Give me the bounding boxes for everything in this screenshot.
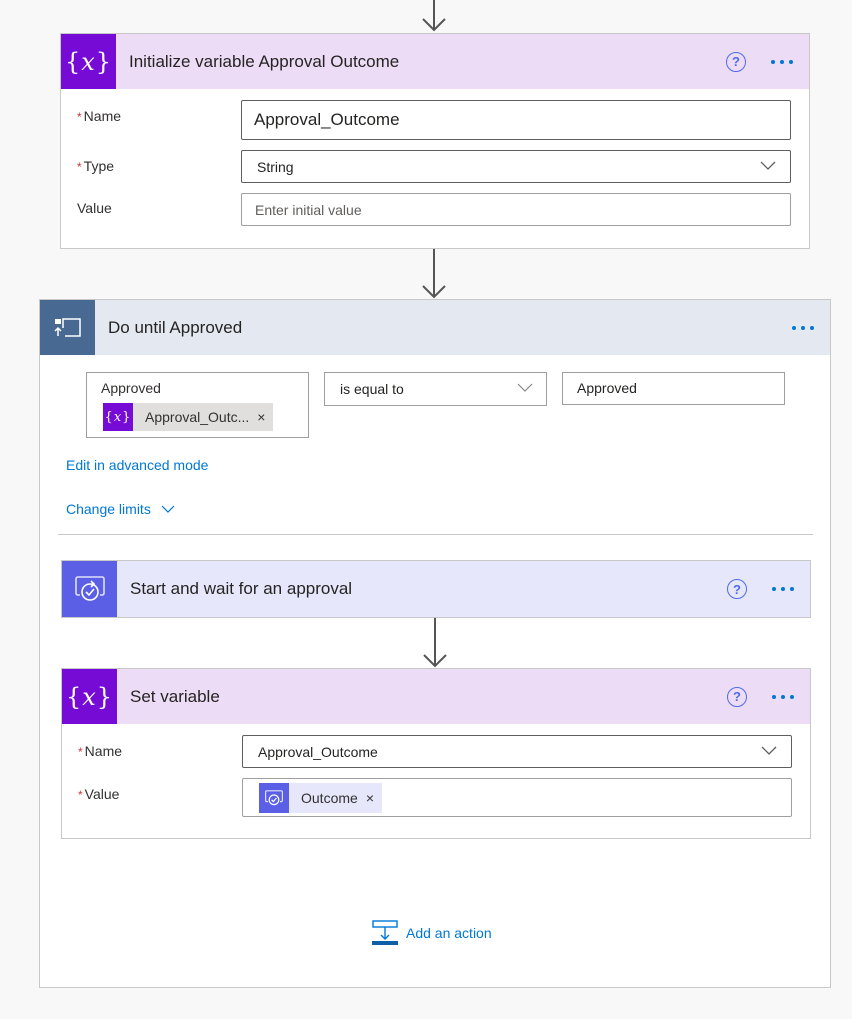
- connector-arrow: [419, 249, 449, 299]
- approval-action-card[interactable]: Start and wait for an approval ?: [61, 560, 811, 618]
- more-options-icon[interactable]: [792, 325, 814, 330]
- remove-token-icon[interactable]: ×: [257, 409, 273, 425]
- change-limits-link[interactable]: Change limits: [66, 501, 175, 517]
- connector-arrow: [419, 0, 449, 33]
- approval-icon: [62, 561, 117, 617]
- edit-advanced-mode-link[interactable]: Edit in advanced mode: [66, 457, 208, 473]
- name-label: * Name: [77, 108, 122, 124]
- condition-right-input[interactable]: Approved: [562, 372, 785, 405]
- card-title: Set variable: [130, 686, 220, 706]
- add-action-icon: [372, 920, 398, 945]
- initialize-variable-card: {x} Initialize variable Approval Outcome…: [60, 33, 810, 249]
- do-until-card: Do until Approved Approved {x} Approval_…: [39, 299, 831, 988]
- more-options-icon[interactable]: [772, 694, 794, 699]
- type-label: * Type: [77, 158, 115, 174]
- help-icon[interactable]: ?: [727, 579, 747, 599]
- help-icon[interactable]: ?: [727, 686, 747, 707]
- condition-left-label: Approved: [101, 380, 161, 396]
- value-label: Value: [77, 200, 112, 216]
- more-options-icon[interactable]: [772, 587, 794, 591]
- chevron-down-icon: [761, 746, 777, 755]
- card-header[interactable]: {x} Initialize variable Approval Outcome…: [61, 34, 809, 89]
- outcome-token[interactable]: Outcome ×: [259, 782, 382, 813]
- name-label: * Name: [78, 743, 123, 759]
- connector-arrow: [420, 618, 450, 668]
- name-input[interactable]: Approval_Outcome: [241, 100, 791, 140]
- add-action-button[interactable]: Add an action: [372, 920, 492, 946]
- more-options-icon[interactable]: [771, 59, 793, 64]
- divider: [58, 534, 813, 535]
- variable-icon: {x}: [103, 403, 133, 431]
- chevron-down-icon: [161, 505, 175, 513]
- approval-icon: [259, 782, 289, 813]
- chevron-down-icon: [517, 383, 533, 392]
- card-title: Do until Approved: [108, 317, 243, 337]
- type-dropdown[interactable]: String: [241, 150, 791, 183]
- card-header[interactable]: {x} Set variable ?: [62, 669, 810, 724]
- remove-token-icon[interactable]: ×: [366, 790, 382, 806]
- value-input[interactable]: Outcome ×: [242, 778, 792, 817]
- help-icon[interactable]: ?: [726, 51, 746, 72]
- card-header[interactable]: Start and wait for an approval ?: [62, 561, 810, 617]
- card-header[interactable]: Do until Approved: [40, 300, 830, 355]
- variable-icon: {x}: [62, 669, 117, 724]
- condition-left-operand[interactable]: Approved {x} Approval_Outc... ×: [86, 372, 309, 438]
- variable-icon: {x}: [61, 34, 116, 89]
- value-input[interactable]: Enter initial value: [241, 193, 791, 226]
- variable-token[interactable]: {x} Approval_Outc... ×: [103, 403, 274, 431]
- value-label: * Value: [78, 786, 120, 802]
- card-title: Initialize variable Approval Outcome: [129, 51, 400, 71]
- card-title: Start and wait for an approval: [130, 579, 353, 598]
- chevron-down-icon: [760, 161, 776, 170]
- condition-operator-dropdown[interactable]: is equal to: [324, 372, 547, 406]
- set-variable-card: {x} Set variable ? * Name Approval_Outcom…: [61, 668, 811, 839]
- name-dropdown[interactable]: Approval_Outcome: [242, 735, 792, 768]
- loop-icon: [40, 300, 95, 355]
